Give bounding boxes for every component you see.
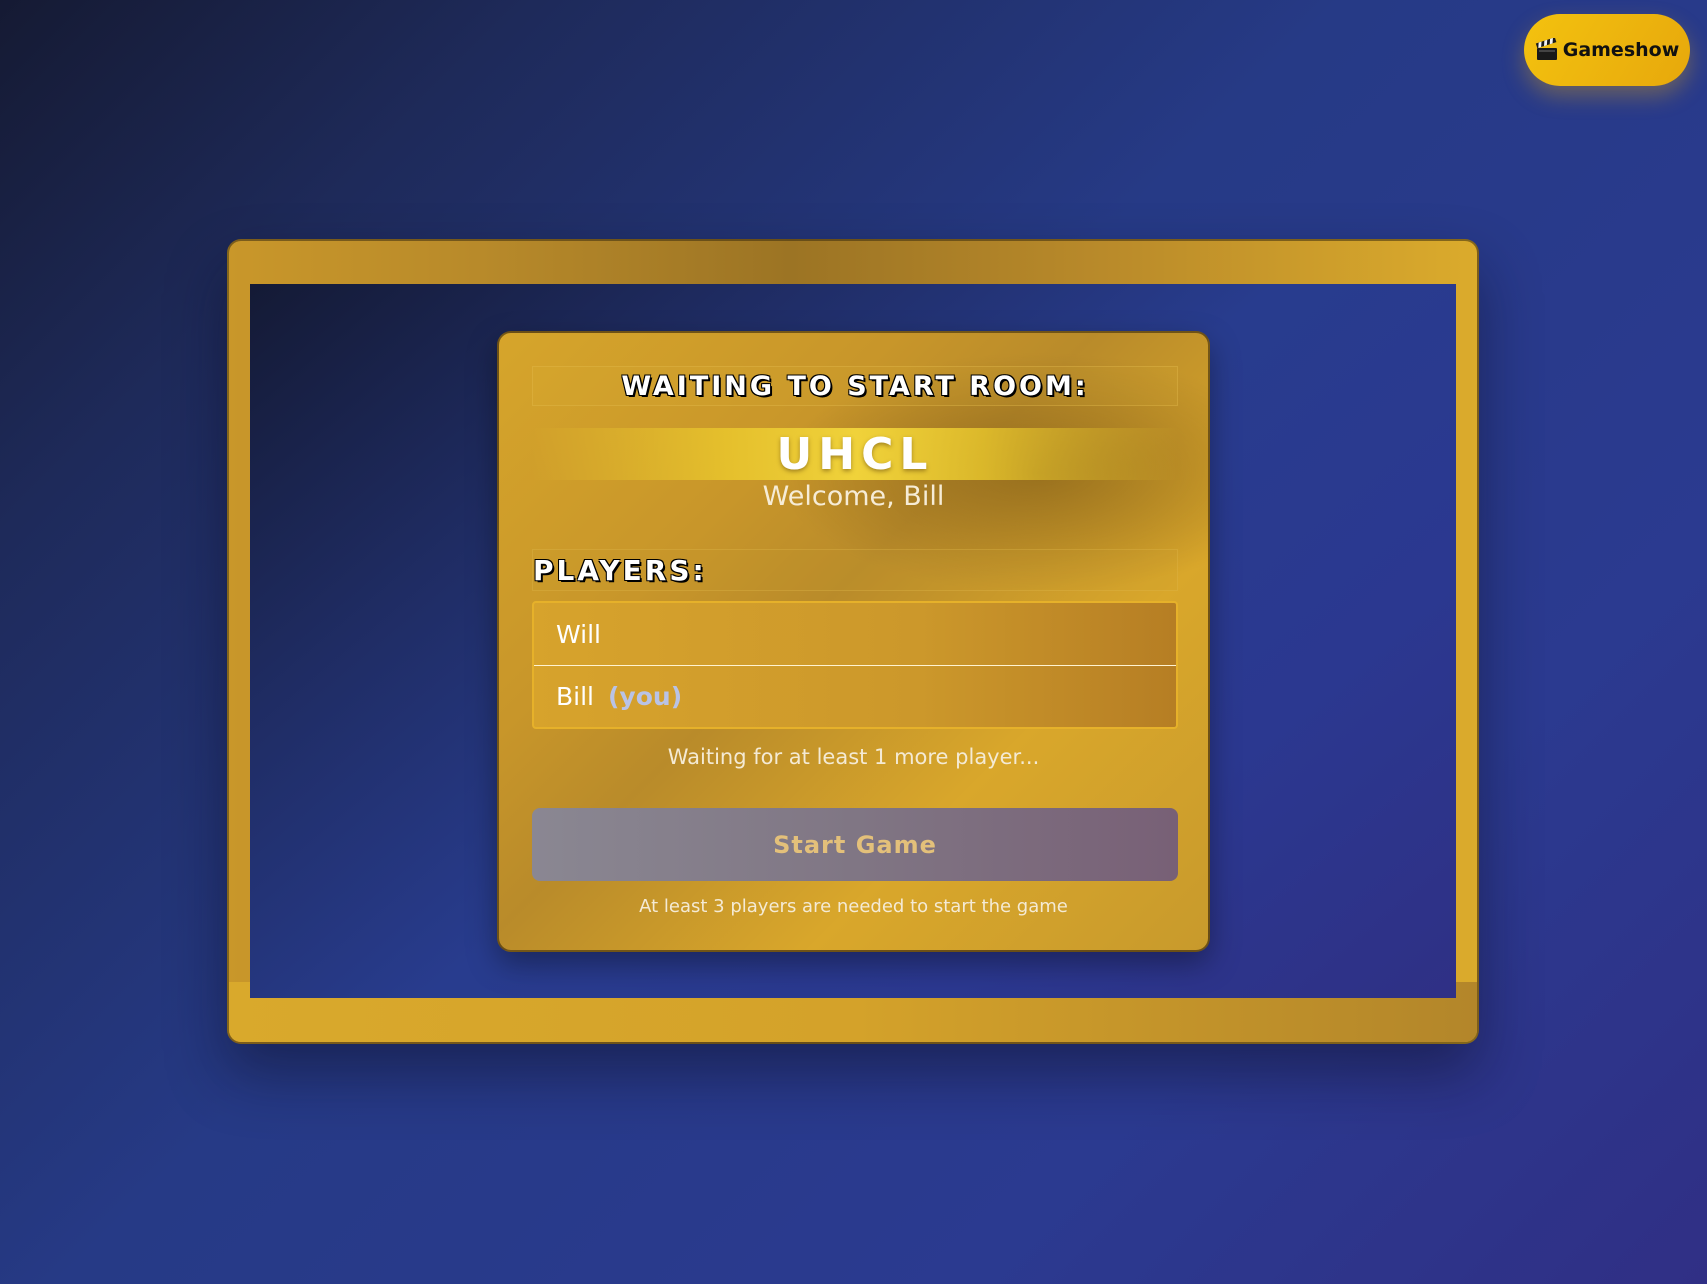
min-players-hint: At least 3 players are needed to start t… (639, 896, 1068, 917)
player-name: Will (556, 619, 602, 649)
clapper-board-icon (1535, 38, 1559, 62)
gameshow-label: Gameshow (1562, 39, 1680, 61)
waiting-room-card: WAITING TO START ROOM: UHCL Welcome, Bil… (497, 331, 1210, 952)
players-list: Will Bill (you) (532, 601, 1178, 729)
player-row: Will (534, 603, 1176, 665)
room-code-banner: UHCL (532, 428, 1178, 480)
waiting-room-title: WAITING TO START ROOM: (621, 370, 1089, 402)
room-code: UHCL (776, 428, 934, 480)
start-game-button[interactable]: Start Game (532, 808, 1178, 881)
gameshow-home-button[interactable]: Gameshow (1524, 14, 1690, 86)
welcome-message: Welcome, Bill (762, 481, 945, 512)
you-tag: (you) (608, 682, 683, 711)
players-header-box: PLAYERS: (532, 549, 1178, 591)
waiting-title-box: WAITING TO START ROOM: (532, 366, 1178, 406)
players-heading: PLAYERS: (533, 553, 707, 587)
waiting-status-message: Waiting for at least 1 more player... (667, 745, 1040, 769)
player-name: Bill (556, 682, 594, 711)
player-row: Bill (you) (534, 665, 1176, 727)
